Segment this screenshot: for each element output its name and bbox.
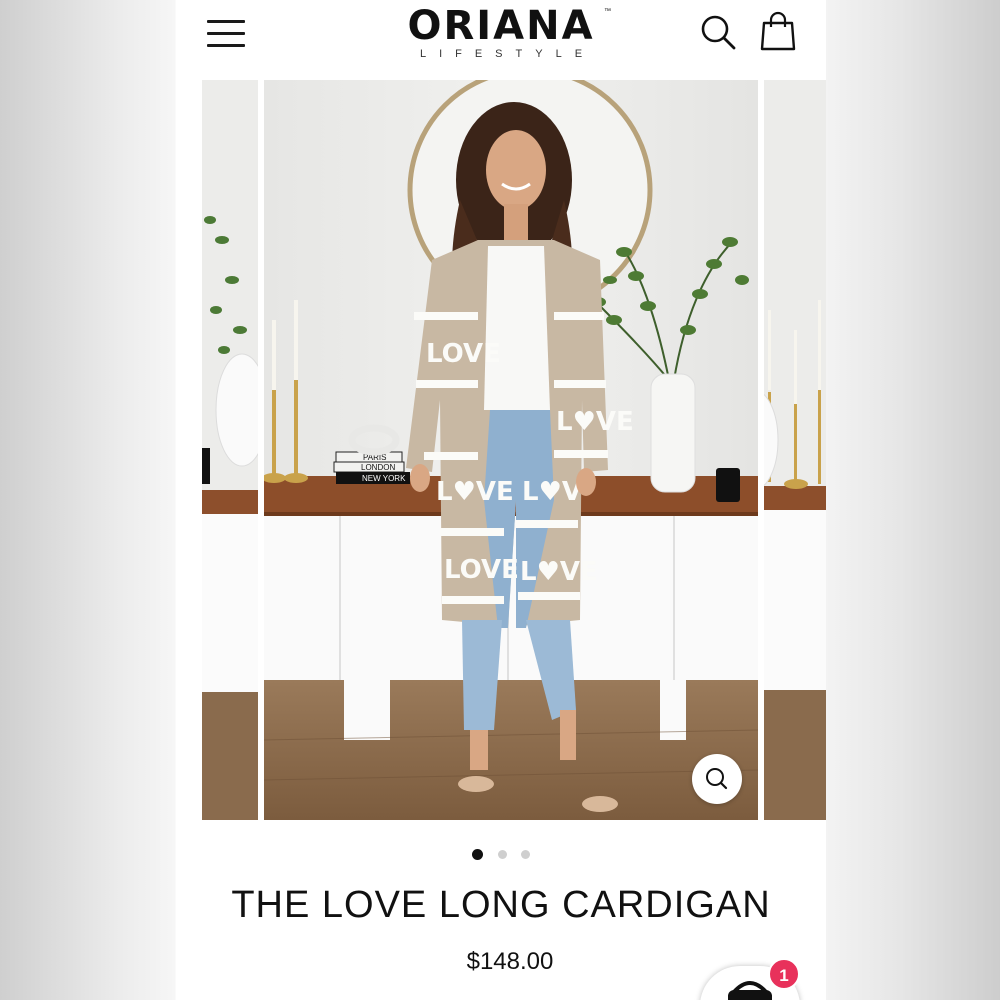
menu-button[interactable] (204, 14, 248, 54)
svg-text:LOVE: LOVE (426, 339, 501, 369)
product-image-carousel[interactable]: PARIS LONDON NEW YORK LOVE L♥VE L♥VE L♥V… (176, 80, 826, 820)
brand-tagline: LIFESTYLE (419, 48, 596, 60)
shopping-bag-button[interactable] (756, 10, 800, 54)
menu-bar (207, 32, 245, 35)
svg-text:L♥VE: L♥VE (556, 407, 634, 437)
brand-trademark: ™ (604, 8, 611, 15)
zoom-magnifier-icon (706, 768, 728, 790)
search-icon (701, 15, 736, 50)
product-title: THE LOVE LONG CARDIGAN (231, 884, 771, 926)
svg-text:L♥VE: L♥VE (520, 557, 598, 587)
next-slide[interactable] (764, 80, 826, 820)
menu-bar (207, 44, 245, 47)
book-london: LONDON (361, 463, 395, 472)
current-slide[interactable]: PARIS LONDON NEW YORK LOVE L♥VE L♥VE L♥V… (264, 80, 758, 820)
carousel-dot-1[interactable] (472, 849, 484, 861)
site-header: ORIANA ™ LIFESTYLE (176, 0, 826, 78)
mobile-page: ORIANA ™ LIFESTYLE PARIS LONDON NEW YORK… (176, 0, 826, 1000)
menu-bar (207, 20, 245, 23)
carousel-dot-2[interactable] (497, 850, 507, 860)
book-new-york: NEW YORK (362, 474, 406, 483)
brand-logo[interactable]: ORIANA ™ LIFESTYLE (351, 2, 651, 60)
cart-count-badge: 1 (768, 958, 800, 990)
svg-text:LOVE: LOVE (444, 555, 519, 585)
carousel-dot-3[interactable] (520, 850, 530, 860)
previous-slide[interactable] (202, 80, 258, 820)
svg-text:L♥V: L♥V (522, 477, 582, 507)
svg-text:L♥VE: L♥VE (436, 477, 514, 507)
shopping-bag-icon (760, 11, 796, 51)
product-photo: PARIS LONDON NEW YORK LOVE L♥VE L♥VE L♥V… (264, 80, 758, 820)
carousel-pagination (176, 846, 826, 861)
zoom-button[interactable] (692, 754, 742, 804)
search-button[interactable] (696, 10, 740, 54)
